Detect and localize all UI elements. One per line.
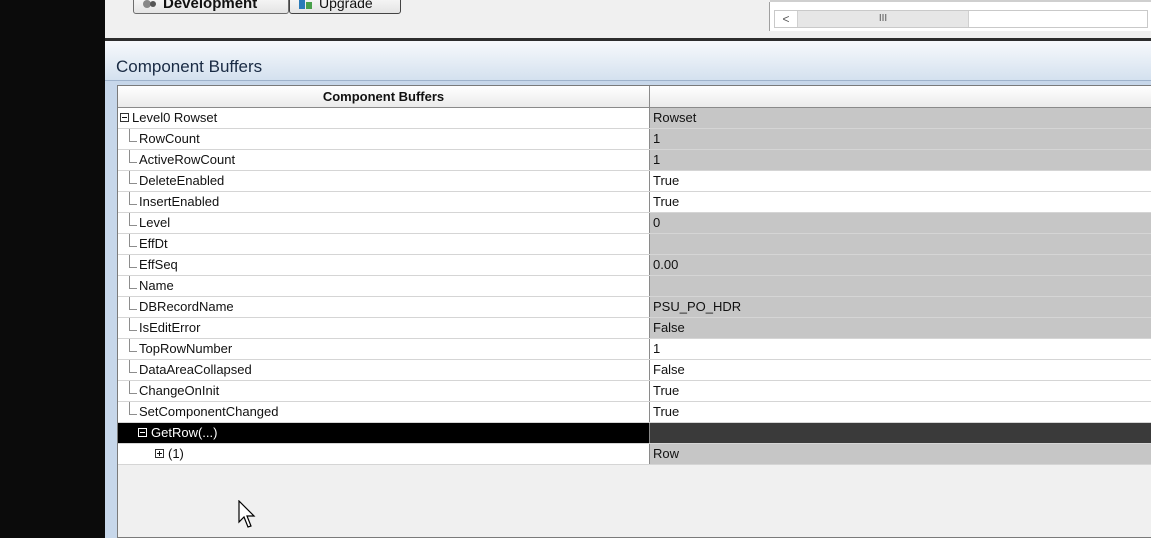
row-name: (1) <box>168 446 184 461</box>
tree-rows: Level0 Rowset Rowset RowCount 1 ActiveRo… <box>118 108 1151 465</box>
tree-row[interactable]: SetComponentChanged True <box>118 402 1151 423</box>
tree-row[interactable]: TopRowNumber 1 <box>118 339 1151 360</box>
tree-row[interactable]: DBRecordName PSU_PO_HDR <box>118 297 1151 318</box>
tree-row[interactable]: Name <box>118 276 1151 297</box>
row-name: TopRowNumber <box>139 341 233 356</box>
tree-row[interactable]: IsEditError False <box>118 318 1151 339</box>
row-name: DBRecordName <box>139 299 234 314</box>
expand-node-icon[interactable] <box>155 449 164 458</box>
scrollbar-track[interactable]: < III <box>774 10 1148 28</box>
development-tab-label: Development <box>163 0 258 12</box>
row-name: DeleteEnabled <box>139 173 225 188</box>
row-name: GetRow(...) <box>151 425 218 440</box>
row-value: Row <box>650 444 1151 464</box>
row-name: SetComponentChanged <box>139 404 279 419</box>
row-name: ChangeOnInit <box>139 383 220 398</box>
row-value <box>650 234 1151 254</box>
tree-row-selected[interactable]: GetRow(...) <box>118 423 1151 444</box>
tree-row[interactable]: ChangeOnInit True <box>118 381 1151 402</box>
tree-row[interactable]: InsertEnabled True <box>118 192 1151 213</box>
row-name: InsertEnabled <box>139 194 220 209</box>
row-name: RowCount <box>139 131 200 146</box>
grid-header: Component Buffers <box>118 86 1151 108</box>
left-black-margin <box>0 0 105 538</box>
row-name: Name <box>139 278 174 293</box>
column-header-value[interactable] <box>650 86 1151 107</box>
tree-row[interactable]: RowCount 1 <box>118 129 1151 150</box>
top-toolbar: Development Upgrade < III <box>105 0 1151 38</box>
row-name: ActiveRowCount <box>139 152 236 167</box>
row-value[interactable]: True <box>650 192 1151 212</box>
row-name: Level0 Rowset <box>132 110 218 125</box>
upgrade-tab-button[interactable]: Upgrade <box>289 0 401 14</box>
row-value[interactable]: False <box>650 360 1151 380</box>
tree-row[interactable]: EffSeq 0.00 <box>118 255 1151 276</box>
tree-row[interactable]: Level0 Rowset Rowset <box>118 108 1151 129</box>
row-name: EffSeq <box>139 257 178 272</box>
development-tab-button[interactable]: Development <box>133 0 289 14</box>
row-name: IsEditError <box>139 320 201 335</box>
scroll-left-arrow-icon[interactable]: < <box>775 11 797 27</box>
collapse-node-icon[interactable] <box>138 428 147 437</box>
horizontal-scrollbar[interactable]: < III <box>769 0 1151 31</box>
component-buffers-panel: Component Buffers Component Buffers Leve… <box>105 41 1151 538</box>
row-name: Level <box>139 215 171 230</box>
tree-row[interactable]: DataAreaCollapsed False <box>118 360 1151 381</box>
row-name: DataAreaCollapsed <box>139 362 252 377</box>
tree-row[interactable]: EffDt <box>118 234 1151 255</box>
row-value: 0.00 <box>650 255 1151 275</box>
row-value <box>650 276 1151 296</box>
panel-title: Component Buffers <box>105 41 1151 81</box>
tree-row[interactable]: (1) Row <box>118 444 1151 465</box>
upgrade-icon <box>298 0 314 9</box>
tree-row[interactable]: Level 0 <box>118 213 1151 234</box>
tree-row[interactable]: DeleteEnabled True <box>118 171 1151 192</box>
row-value: False <box>650 318 1151 338</box>
upgrade-tab-label: Upgrade <box>319 0 373 11</box>
mouse-pointer-icon <box>238 500 256 528</box>
row-value[interactable]: True <box>650 402 1151 422</box>
row-value[interactable]: True <box>650 381 1151 401</box>
row-value <box>650 423 1151 443</box>
row-value: PSU_PO_HDR <box>650 297 1151 317</box>
row-value: 1 <box>650 150 1151 170</box>
row-value: Rowset <box>650 108 1151 128</box>
scrollbar-thumb[interactable]: III <box>797 11 969 27</box>
development-icon <box>142 0 158 9</box>
row-value[interactable]: True <box>650 171 1151 191</box>
tree-row[interactable]: ActiveRowCount 1 <box>118 150 1151 171</box>
collapse-node-icon[interactable] <box>120 113 129 122</box>
row-name: EffDt <box>139 236 168 251</box>
component-buffers-tree-grid: Component Buffers Level0 Rowset Rowset R… <box>117 85 1151 538</box>
row-value: 0 <box>650 213 1151 233</box>
column-header-name[interactable]: Component Buffers <box>118 86 650 107</box>
row-value[interactable]: 1 <box>650 339 1151 359</box>
row-value: 1 <box>650 129 1151 149</box>
